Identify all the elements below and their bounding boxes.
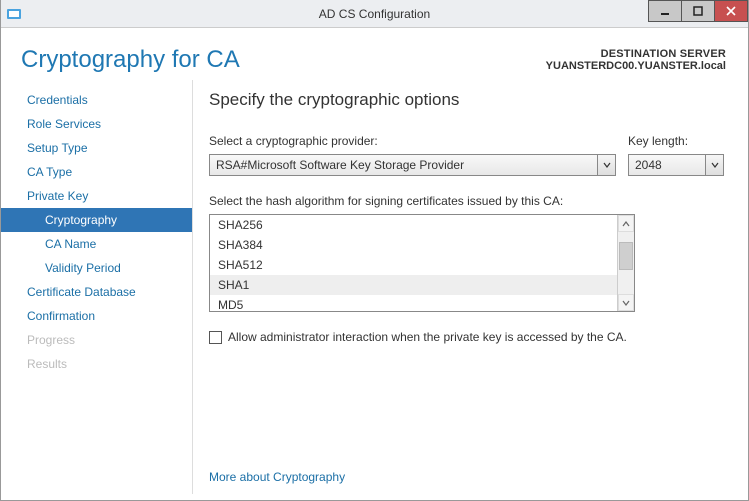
sidebar-item-ca-type[interactable]: CA Type <box>1 160 192 184</box>
allow-admin-interaction-checkbox[interactable]: Allow administrator interaction when the… <box>209 330 724 344</box>
keylen-combobox[interactable]: 2048 <box>628 154 724 176</box>
minimize-button[interactable] <box>648 0 682 22</box>
hash-option-sha1[interactable]: SHA1 <box>210 275 617 295</box>
sidebar-item-certificate-database[interactable]: Certificate Database <box>1 280 192 304</box>
maximize-button[interactable] <box>681 0 715 22</box>
more-about-link[interactable]: More about Cryptography <box>209 446 724 484</box>
scroll-thumb[interactable] <box>619 242 633 270</box>
sidebar-item-setup-type[interactable]: Setup Type <box>1 136 192 160</box>
sidebar-item-results: Results <box>1 352 192 376</box>
hash-option-md5[interactable]: MD5 <box>210 295 617 311</box>
chevron-down-icon[interactable] <box>597 155 615 175</box>
sidebar-item-credentials[interactable]: Credentials <box>1 88 192 112</box>
close-button[interactable] <box>714 0 748 22</box>
scrollbar[interactable] <box>617 215 634 311</box>
destination-name: YUANSTERDC00.YUANSTER.local <box>546 60 726 72</box>
keylen-value: 2048 <box>629 158 705 172</box>
provider-label: Select a cryptographic provider: <box>209 134 616 148</box>
sidebar-item-role-services[interactable]: Role Services <box>1 112 192 136</box>
checkbox-label: Allow administrator interaction when the… <box>228 330 627 344</box>
chevron-down-icon[interactable] <box>705 155 723 175</box>
sidebar-item-cryptography[interactable]: Cryptography <box>1 208 192 232</box>
titlebar: AD CS Configuration <box>1 0 748 28</box>
content-heading: Specify the cryptographic options <box>209 90 724 110</box>
scroll-down-button[interactable] <box>618 294 634 311</box>
sidebar-item-confirmation[interactable]: Confirmation <box>1 304 192 328</box>
sidebar-item-validity-period[interactable]: Validity Period <box>1 256 192 280</box>
hash-label: Select the hash algorithm for signing ce… <box>209 194 724 208</box>
sidebar-item-private-key[interactable]: Private Key <box>1 184 192 208</box>
sidebar: CredentialsRole ServicesSetup TypeCA Typ… <box>1 80 193 494</box>
header: Cryptography for CA DESTINATION SERVER Y… <box>1 28 748 80</box>
sidebar-item-ca-name[interactable]: CA Name <box>1 232 192 256</box>
hash-option-sha384[interactable]: SHA384 <box>210 235 617 255</box>
provider-combobox[interactable]: RSA#Microsoft Software Key Storage Provi… <box>209 154 616 176</box>
content-pane: Specify the cryptographic options Select… <box>193 80 748 494</box>
provider-value: RSA#Microsoft Software Key Storage Provi… <box>210 158 597 172</box>
hash-option-sha256[interactable]: SHA256 <box>210 215 617 235</box>
keylen-label: Key length: <box>628 134 724 148</box>
window-title: AD CS Configuration <box>1 7 748 21</box>
hash-option-sha512[interactable]: SHA512 <box>210 255 617 275</box>
hash-listbox[interactable]: SHA256SHA384SHA512SHA1MD5 <box>209 214 635 312</box>
checkbox-icon[interactable] <box>209 331 222 344</box>
scroll-up-button[interactable] <box>618 215 634 232</box>
page-title: Cryptography for CA <box>21 46 546 74</box>
destination-label: DESTINATION SERVER <box>546 48 726 60</box>
destination-block: DESTINATION SERVER YUANSTERDC00.YUANSTER… <box>546 46 726 72</box>
sidebar-item-progress: Progress <box>1 328 192 352</box>
adcs-config-window: AD CS Configuration Cryptography for CA … <box>0 0 749 501</box>
app-icon <box>5 5 23 23</box>
scroll-track[interactable] <box>618 232 634 294</box>
